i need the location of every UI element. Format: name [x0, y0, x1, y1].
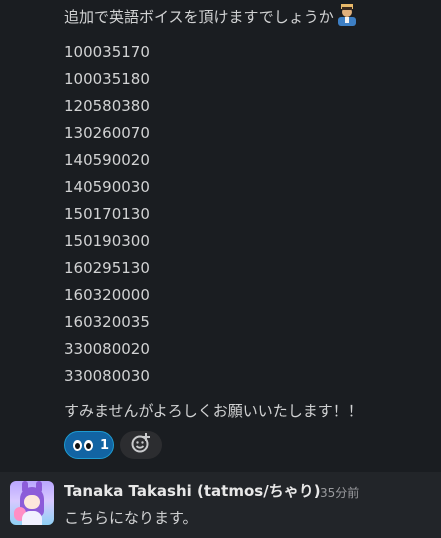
- id-line: 160295130: [64, 259, 150, 277]
- request-line: 追加で英語ボイスを頂けますでしょうか: [64, 4, 358, 32]
- id-line: 160320035: [64, 313, 150, 331]
- id-line: 150190300: [64, 232, 150, 250]
- message-timestamp[interactable]: 35分前: [320, 484, 359, 501]
- eyes-emoji-icon: [73, 439, 93, 451]
- sender-name[interactable]: Tanaka Takashi (tatmos/ちゃり): [64, 480, 321, 501]
- id-line: 120580380: [64, 97, 150, 115]
- id-line: 150170130: [64, 205, 150, 223]
- reaction-count: 1: [100, 437, 110, 453]
- person-bowing-emoji-icon: [336, 4, 358, 32]
- reply-text: こちらになります。: [64, 509, 198, 527]
- id-line: 330080020: [64, 340, 150, 358]
- request-text: 追加で英語ボイスを頂けますでしょうか: [64, 8, 334, 26]
- add-reaction-icon: [130, 432, 152, 458]
- id-line: 100035180: [64, 70, 150, 88]
- add-reaction-button[interactable]: [120, 431, 162, 459]
- id-line: 330080030: [64, 367, 150, 385]
- reaction-bar: 1: [64, 431, 162, 459]
- id-line: 160320000: [64, 286, 150, 304]
- eyes-reaction-button[interactable]: 1: [64, 431, 114, 459]
- closing-text: すみませんがよろしくお願いいたします！！: [64, 402, 363, 420]
- id-line: 100035170: [64, 43, 150, 61]
- avatar[interactable]: [10, 481, 54, 525]
- id-line: 130260070: [64, 124, 150, 142]
- id-line: 140590020: [64, 151, 150, 169]
- id-line: 140590030: [64, 178, 150, 196]
